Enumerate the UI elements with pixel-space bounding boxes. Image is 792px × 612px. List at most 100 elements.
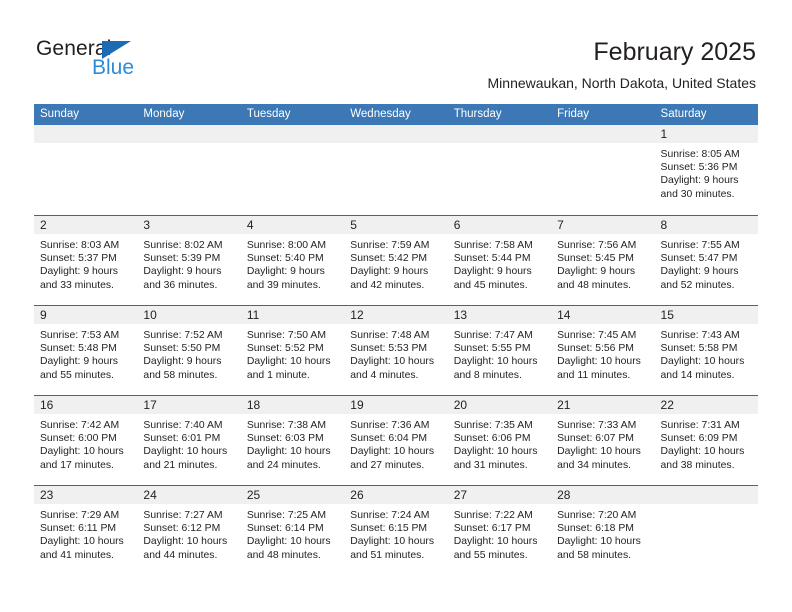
day-number: 7 (557, 218, 564, 232)
daylight-text: Daylight: 10 hours (453, 446, 538, 458)
day-number-band (551, 125, 655, 143)
day-details: Sunrise: 7:56 AM Sunset: 5:45 PM Daylight:… (551, 234, 654, 292)
calendar-day-cell[interactable]: 21 Sunrise: 7:33 AM Sunset: 6:07 PM Dayligh… (551, 395, 655, 485)
day-number-band: 22 (654, 396, 758, 414)
calendar-day-cell[interactable]: 12 Sunrise: 7:48 AM Sunset: 5:53 PM Dayligh… (344, 305, 448, 395)
calendar-day-cell[interactable]: 10 Sunrise: 7:52 AM Sunset: 5:50 PM Dayligh… (137, 305, 241, 395)
day-details: Sunrise: 7:27 AM Sunset: 6:12 PM Daylight:… (137, 504, 240, 562)
sunset-text: Sunset: 6:06 PM (453, 433, 531, 445)
sunset-text: Sunset: 5:50 PM (143, 343, 221, 355)
calendar-day-cell[interactable]: 5 Sunrise: 7:59 AM Sunset: 5:42 PM Daylight… (344, 215, 448, 305)
daylight-text-cont: and 55 minutes. (453, 549, 528, 561)
sunset-text: Sunset: 5:48 PM (40, 343, 117, 355)
day-details: Sunrise: 7:59 AM Sunset: 5:42 PM Daylight:… (344, 234, 447, 292)
day-number-band: 25 (240, 486, 345, 504)
calendar-day-cell[interactable]: 8 Sunrise: 7:55 AM Sunset: 5:47 PM Daylight… (654, 215, 758, 305)
calendar-day-cell[interactable]: 4 Sunrise: 8:00 AM Sunset: 5:40 PM Daylight… (240, 215, 345, 305)
day-number: 24 (143, 488, 157, 502)
daylight-text-cont: and 30 minutes. (660, 188, 735, 200)
day-number-band: 3 (137, 216, 241, 234)
calendar-day-cell[interactable]: 11 Sunrise: 7:50 AM Sunset: 5:52 PM Dayligh… (240, 305, 345, 395)
day-details: Sunrise: 7:31 AM Sunset: 6:09 PM Daylight:… (655, 414, 758, 472)
calendar-day-cell[interactable]: 23 Sunrise: 7:29 AM Sunset: 6:11 PM Dayligh… (34, 485, 138, 575)
daylight-text: Daylight: 10 hours (557, 536, 641, 548)
daylight-text-cont: and 31 minutes. (453, 459, 528, 471)
day-details: Sunrise: 7:53 AM Sunset: 5:48 PM Daylight:… (34, 324, 137, 382)
calendar-day-cell[interactable]: 25 Sunrise: 7:25 AM Sunset: 6:14 PM Dayligh… (240, 485, 345, 575)
calendar-day-cell[interactable]: 7 Sunrise: 7:56 AM Sunset: 5:45 PM Daylight… (551, 215, 655, 305)
daylight-text-cont: and 58 minutes. (557, 549, 632, 561)
calendar-day-cell[interactable]: 26 Sunrise: 7:24 AM Sunset: 6:15 PM Dayligh… (344, 485, 448, 575)
day-details: Sunrise: 7:36 AM Sunset: 6:04 PM Daylight:… (344, 414, 447, 472)
sunset-text: Sunset: 5:45 PM (557, 253, 634, 265)
sunrise-text: Sunrise: 7:38 AM (246, 420, 326, 431)
page-header: General Blue February 2025 Minnewaukan, … (0, 0, 792, 100)
daylight-text: Daylight: 10 hours (453, 356, 538, 368)
daylight-text: Daylight: 10 hours (660, 356, 745, 368)
daylight-text: Daylight: 10 hours (350, 536, 435, 548)
daylight-text-cont: and 11 minutes. (557, 369, 631, 381)
brand-logo[interactable]: General Blue (36, 38, 196, 88)
day-details: Sunrise: 7:52 AM Sunset: 5:50 PM Daylight:… (137, 324, 240, 382)
calendar-day-cell[interactable]: 1 Sunrise: 8:05 AM Sunset: 5:36 PM Daylight… (654, 125, 758, 215)
daylight-text-cont: and 17 minutes. (40, 459, 114, 471)
day-details: Sunrise: 7:33 AM Sunset: 6:07 PM Daylight:… (551, 414, 654, 472)
day-number-band: 28 (551, 486, 655, 504)
calendar-day-cell[interactable]: 17 Sunrise: 7:40 AM Sunset: 6:01 PM Dayligh… (137, 395, 241, 485)
calendar-day-cell[interactable]: 9 Sunrise: 7:53 AM Sunset: 5:48 PM Daylight… (34, 305, 138, 395)
day-number-band: 4 (240, 216, 345, 234)
sunset-text: Sunset: 6:12 PM (143, 523, 221, 535)
calendar-day-cell[interactable]: 28 Sunrise: 7:20 AM Sunset: 6:18 PM Dayligh… (551, 485, 655, 575)
daylight-text-cont: and 33 minutes. (40, 279, 114, 291)
day-number: 14 (557, 308, 571, 322)
sunset-text: Sunset: 5:55 PM (453, 343, 531, 355)
day-number: 3 (143, 218, 151, 232)
calendar-cell-empty (654, 485, 758, 575)
day-number-band (447, 125, 552, 143)
day-details: Sunrise: 7:24 AM Sunset: 6:15 PM Daylight:… (344, 504, 447, 562)
sunset-text: Sunset: 5:56 PM (557, 343, 634, 355)
sunrise-text: Sunrise: 8:05 AM (660, 149, 740, 160)
sunrise-text: Sunrise: 7:42 AM (40, 420, 120, 431)
daylight-text: Daylight: 10 hours (557, 356, 641, 368)
calendar-day-cell[interactable]: 6 Sunrise: 7:58 AM Sunset: 5:44 PM Daylight… (447, 215, 552, 305)
calendar-day-cell[interactable]: 18 Sunrise: 7:38 AM Sunset: 6:03 PM Dayligh… (240, 395, 345, 485)
day-number: 27 (453, 488, 468, 502)
calendar-day-cell[interactable]: 14 Sunrise: 7:45 AM Sunset: 5:56 PM Dayligh… (551, 305, 655, 395)
calendar-day-cell[interactable]: 19 Sunrise: 7:36 AM Sunset: 6:04 PM Dayligh… (344, 395, 448, 485)
daylight-text-cont: and 36 minutes. (143, 279, 218, 291)
sunrise-text: Sunrise: 7:50 AM (246, 330, 326, 341)
sunrise-text: Sunrise: 8:00 AM (246, 240, 326, 251)
calendar-day-cell[interactable]: 16 Sunrise: 7:42 AM Sunset: 6:00 PM Dayligh… (34, 395, 138, 485)
daylight-text-cont: and 52 minutes. (660, 279, 735, 291)
sunrise-text: Sunrise: 7:58 AM (453, 240, 533, 251)
calendar-day-cell[interactable]: 22 Sunrise: 7:31 AM Sunset: 6:09 PM Dayligh… (654, 395, 758, 485)
day-number: 1 (660, 127, 668, 141)
calendar-day-cell[interactable]: 13 Sunrise: 7:47 AM Sunset: 5:55 PM Dayligh… (447, 305, 552, 395)
daylight-text: Daylight: 10 hours (453, 536, 538, 548)
day-number: 26 (350, 488, 364, 502)
day-details: Sunrise: 7:38 AM Sunset: 6:03 PM Daylight:… (241, 414, 344, 472)
daylight-text: Daylight: 9 hours (246, 266, 325, 278)
calendar-day-cell[interactable]: 24 Sunrise: 7:27 AM Sunset: 6:12 PM Dayligh… (137, 485, 241, 575)
calendar-grid: Sunday Monday Tuesday Wednesday Thursday Frid… (34, 104, 758, 575)
sunset-text: Sunset: 5:53 PM (350, 343, 428, 355)
daylight-text: Daylight: 9 hours (660, 266, 739, 278)
sunset-text: Sunset: 5:58 PM (660, 343, 738, 355)
day-number-band: 9 (34, 306, 138, 324)
calendar-day-cell[interactable]: 27 Sunrise: 7:22 AM Sunset: 6:17 PM Dayligh… (447, 485, 552, 575)
calendar-day-cell[interactable]: 20 Sunrise: 7:35 AM Sunset: 6:06 PM Dayligh… (447, 395, 552, 485)
day-number-band: 2 (34, 216, 138, 234)
daylight-text-cont: and 24 minutes. (246, 459, 321, 471)
calendar-day-cell[interactable]: 2 Sunrise: 8:03 AM Sunset: 5:37 PM Daylight… (34, 215, 138, 305)
calendar-day-cell[interactable]: 15 Sunrise: 7:43 AM Sunset: 5:58 PM Dayligh… (654, 305, 758, 395)
sunset-text: Sunset: 6:04 PM (350, 433, 428, 445)
day-number-band: 18 (240, 396, 345, 414)
sunrise-text: Sunrise: 7:31 AM (660, 420, 740, 431)
day-details: Sunrise: 7:35 AM Sunset: 6:06 PM Daylight:… (448, 414, 551, 472)
calendar-day-cell[interactable]: 3 Sunrise: 8:02 AM Sunset: 5:39 PM Daylight… (137, 215, 241, 305)
day-details: Sunrise: 7:47 AM Sunset: 5:55 PM Daylight:… (448, 324, 551, 382)
calendar-cell-empty (447, 125, 552, 215)
day-details (241, 143, 344, 148)
day-details: Sunrise: 8:00 AM Sunset: 5:40 PM Daylight:… (241, 234, 344, 292)
